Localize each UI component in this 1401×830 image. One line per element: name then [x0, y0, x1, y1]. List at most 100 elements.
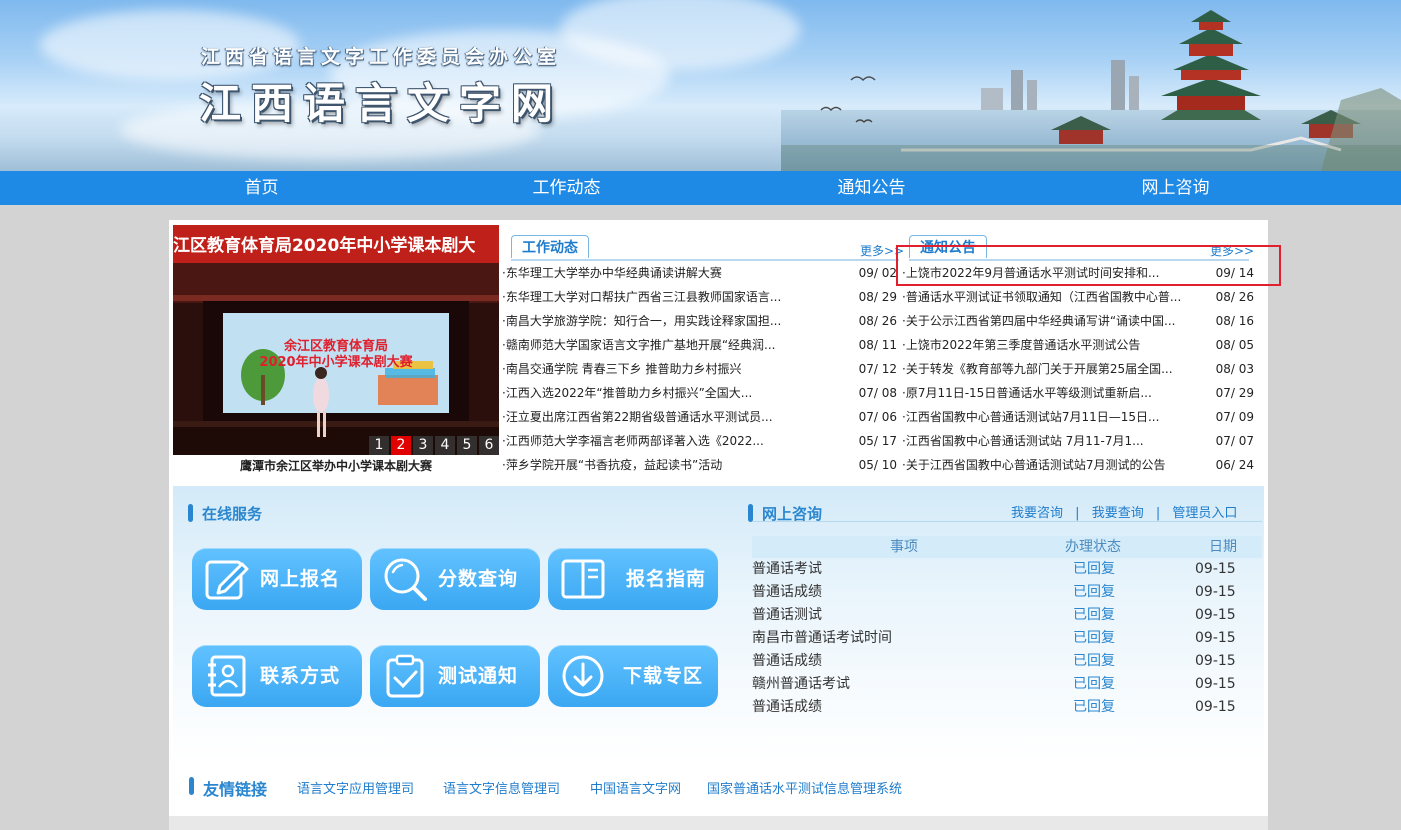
list-item[interactable]: ·江西省国教中心普通话测试站 7月11-7月1... 07/ 07 [902, 429, 1254, 453]
score-query-button[interactable]: 分数查询 [370, 548, 540, 610]
list-item[interactable]: ·关于江西省国教中心普通话测试站7月测试的公告 06/ 24 [902, 453, 1254, 477]
list-item[interactable]: ·江西入选2022年“推普助力乡村振兴”全国大... 07/ 08 [502, 381, 897, 405]
list-item-title[interactable]: ·江西师范大学李福言老师两部译著入选《2022... [502, 429, 802, 453]
nav-notices[interactable]: 通知公告 [719, 171, 1024, 205]
list-item-title[interactable]: ·南昌大学旅游学院：知行合一，用实践诠释家国担... [502, 309, 802, 333]
contact-button[interactable]: 联系方式 [192, 645, 362, 707]
list-item-date: 05/ 17 [858, 434, 897, 448]
friend-link[interactable]: 国家普通话水平测试信息管理系统 [707, 778, 902, 797]
nav-home[interactable]: 首页 [109, 171, 414, 205]
consult-date-cell: 09-15 [1195, 676, 1236, 692]
consult-rows: 普通话考试 已回复 09-15 普通话成绩 已回复 09-15 普通话测试 已回复 09-15 南… [752, 558, 1262, 719]
link-separator: | [1155, 506, 1161, 521]
slideshow-pager: 1 2 3 4 5 6 [367, 436, 499, 455]
friend-link[interactable]: 语言文字信息管理司 [443, 778, 560, 797]
consult-date-cell: 09-15 [1195, 561, 1236, 577]
friend-link[interactable]: 语言文字应用管理司 [297, 778, 414, 797]
consult-status-cell: 已回复 [1073, 653, 1115, 669]
site-title: 江西语言文字网 [199, 79, 564, 128]
list-item[interactable]: ·江西省国教中心普通话测试站7月11日—15日... 07/ 09 [902, 405, 1254, 429]
list-item-title[interactable]: ·江西省国教中心普通话测试站7月11日—15日... [902, 405, 1192, 429]
list-item[interactable]: ·南昌大学旅游学院：知行合一，用实践诠释家国担... 08/ 26 [502, 309, 897, 333]
admin-entry-link[interactable]: 管理员入口 [1172, 506, 1237, 521]
my-query-link[interactable]: 我要查询 [1092, 506, 1144, 521]
list-item-date: 07/ 12 [858, 362, 897, 376]
register-guide-button[interactable]: 报名指南 [548, 548, 718, 610]
download-button[interactable]: 下载专区 [548, 645, 718, 707]
friend-link[interactable]: 中国语言文字网 [590, 778, 681, 797]
list-item[interactable]: ·东华理工大学对口帮扶广西省三江县教师国家语言... 08/ 29 [502, 285, 897, 309]
consult-date-cell: 09-15 [1195, 699, 1236, 715]
list-item[interactable]: ·关于转发《教育部等九部门关于开展第25届全国... 08/ 03 [902, 357, 1254, 381]
list-item-date: 07/ 07 [1215, 434, 1254, 448]
contact-label: 联系方式 [260, 665, 341, 687]
list-item-title[interactable]: ·关于江西省国教中心普通话测试站7月测试的公告 [902, 453, 1192, 477]
list-item[interactable]: ·赣南师范大学国家语言文字推广基地开展“经典润... 08/ 11 [502, 333, 897, 357]
list-item-title[interactable]: ·赣南师范大学国家语言文字推广基地开展“经典润... [502, 333, 802, 357]
list-item-title[interactable]: ·南昌交通学院 青春三下乡 推普助力乡村振兴 [502, 357, 802, 381]
list-item-title[interactable]: ·东华理工大学对口帮扶广西省三江县教师国家语言... [502, 285, 802, 309]
magnifier-icon [384, 558, 427, 601]
list-item-title[interactable]: ·普通话水平测试证书领取通知（江西省国教中心普... [902, 285, 1192, 309]
nav-consult[interactable]: 网上咨询 [1023, 171, 1328, 205]
column-header: 办理状态 [1065, 539, 1121, 555]
pager-button[interactable]: 5 [457, 436, 477, 455]
online-register-button[interactable]: 网上报名 [192, 548, 362, 610]
table-row[interactable]: 普通话成绩 已回复 09-15 [752, 581, 1262, 604]
list-item-title[interactable]: ·江西省国教中心普通话测试站 7月11-7月1... [902, 429, 1192, 453]
list-item-title[interactable]: ·上饶市2022年第三季度普通话水平测试公告 [902, 333, 1192, 357]
clipboard-check-icon [386, 654, 424, 698]
consult-item-cell: 南昌市普通话考试时间 [752, 630, 892, 646]
download-label: 下载专区 [623, 665, 704, 687]
table-row[interactable]: 赣州普通话考试 已回复 09-15 [752, 673, 1262, 696]
list-item-date: 06/ 24 [1215, 458, 1254, 472]
table-row[interactable]: 南昌市普通话考试时间 已回复 09-15 [752, 627, 1262, 650]
tab-work-news[interactable]: 工作动态 [511, 235, 589, 258]
test-notice-button[interactable]: 测试通知 [370, 645, 540, 707]
pager-button[interactable]: 4 [435, 436, 455, 455]
list-item[interactable]: ·汪立夏出席江西省第22期省级普通话水平测试员... 07/ 06 [502, 405, 897, 429]
list-item[interactable]: ·萍乡学院开展“书香抗疫，益起读书”活动 05/ 10 [502, 453, 897, 477]
list-item-date: 07/ 29 [1215, 386, 1254, 400]
list-item-date: 08/ 03 [1215, 362, 1254, 376]
list-item[interactable]: ·东华理工大学举办中华经典诵读讲解大赛 09/ 02 [502, 261, 897, 285]
nav-work-news[interactable]: 工作动态 [414, 171, 719, 205]
consult-status-cell: 已回复 [1073, 676, 1115, 692]
list-item-title[interactable]: ·东华理工大学举办中华经典诵读讲解大赛 [502, 261, 802, 285]
site-subtitle: 江西省语言文字工作委员会办公室 [201, 46, 562, 68]
pager-button[interactable]: 1 [369, 436, 389, 455]
consult-item-cell: 普通话成绩 [752, 584, 822, 600]
list-item[interactable]: ·原7月11日-15日普通话水平等级测试重新启... 07/ 29 [902, 381, 1254, 405]
list-item[interactable]: ·上饶市2022年第三季度普通话水平测试公告 08/ 05 [902, 333, 1254, 357]
slideshow-caption[interactable]: 鹰潭市余江区举办中小学课本剧大赛 [173, 457, 499, 474]
list-item[interactable]: ·普通话水平测试证书领取通知（江西省国教中心普... 08/ 26 [902, 285, 1254, 309]
list-item-date: 08/ 26 [1215, 290, 1254, 304]
list-item[interactable]: ·南昌交通学院 青春三下乡 推普助力乡村振兴 07/ 12 [502, 357, 897, 381]
list-item-title[interactable]: ·关于公示江西省第四届中华经典诵写讲“诵读中国... [902, 309, 1192, 333]
consult-status-cell: 已回复 [1073, 699, 1115, 715]
list-item-title[interactable]: ·原7月11日-15日普通话水平等级测试重新启... [902, 381, 1192, 405]
slideshow[interactable]: 江区教育体育局2020年中小学课本剧大 余江区教育体育局 2020年中小学课本剧… [173, 225, 499, 455]
link-separator: | [1075, 506, 1080, 521]
table-row[interactable]: 普通话成绩 已回复 09-15 [752, 650, 1262, 673]
list-item[interactable]: ·江西师范大学李福言老师两部译著入选《2022... 05/ 17 [502, 429, 897, 453]
column-header: 日期 [1209, 539, 1237, 555]
list-item-title[interactable]: ·汪立夏出席江西省第22期省级普通话水平测试员... [502, 405, 802, 429]
list-item-title[interactable]: ·萍乡学院开展“书香抗疫，益起读书”活动 [502, 453, 802, 477]
pager-button[interactable]: 3 [413, 436, 433, 455]
services-title: 在线服务 [188, 503, 262, 524]
download-icon [562, 655, 604, 697]
table-row[interactable]: 普通话成绩 已回复 09-15 [752, 696, 1262, 719]
consult-date-cell: 09-15 [1195, 607, 1236, 623]
list-item-title[interactable]: ·江西入选2022年“推普助力乡村振兴”全国大... [502, 381, 802, 405]
pager-button[interactable]: 6 [479, 436, 499, 455]
pager-button-active[interactable]: 2 [391, 436, 411, 455]
table-row[interactable]: 普通话测试 已回复 09-15 [752, 604, 1262, 627]
ask-question-link[interactable]: 我要咨询 [1011, 506, 1063, 521]
consult-date-cell: 09-15 [1195, 653, 1236, 669]
highlight-box [896, 245, 1281, 286]
table-row[interactable]: 普通话考试 已回复 09-15 [752, 558, 1262, 581]
list-item[interactable]: ·关于公示江西省第四届中华经典诵写讲“诵读中国... 08/ 16 [902, 309, 1254, 333]
consult-item-cell: 普通话成绩 [752, 653, 822, 669]
list-item-title[interactable]: ·关于转发《教育部等九部门关于开展第25届全国... [902, 357, 1192, 381]
